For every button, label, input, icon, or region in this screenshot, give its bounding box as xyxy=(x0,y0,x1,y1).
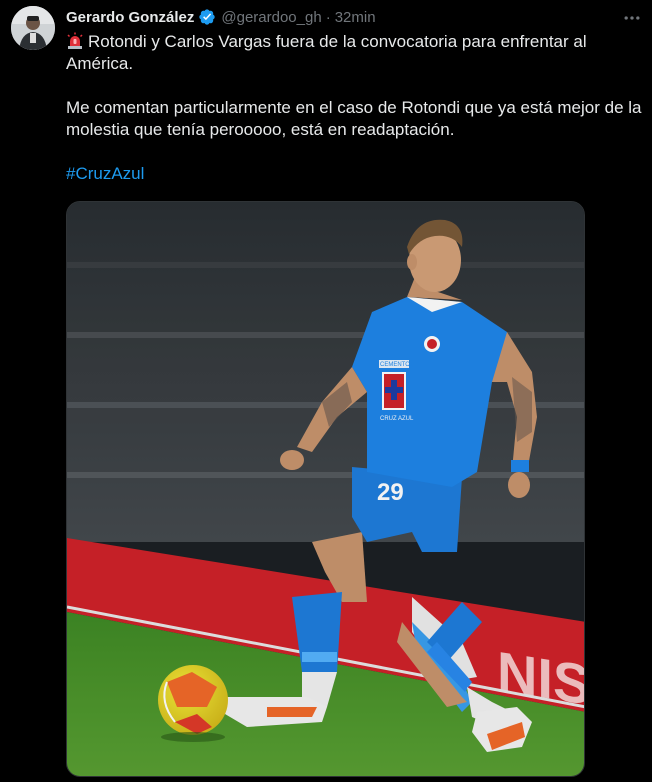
tweet-text: Rotondi y Carlos Vargas fuera de la conv… xyxy=(66,31,642,185)
avatar[interactable] xyxy=(11,6,55,50)
more-icon[interactable] xyxy=(620,6,644,30)
author-display-name[interactable]: Gerardo González xyxy=(66,9,194,26)
separator-dot: · xyxy=(325,8,331,26)
avatar-image xyxy=(11,6,55,50)
timestamp[interactable]: 32min xyxy=(335,9,376,26)
tweet-media-photo[interactable]: NIS 29 CEMENTO CRUZ AZUL xyxy=(66,201,585,777)
author-handle[interactable]: @gerardoo_gh xyxy=(221,9,321,26)
hashtag-link[interactable]: #CruzAzul xyxy=(66,164,144,183)
tweet-paragraph-1: Rotondi y Carlos Vargas fuera de la conv… xyxy=(66,31,642,75)
photo-player: NIS 29 CEMENTO CRUZ AZUL xyxy=(67,202,584,776)
tweet-paragraph-3: #CruzAzul xyxy=(66,163,642,185)
tweet-header: Gerardo González @gerardoo_gh · 32min xyxy=(66,6,376,28)
tweet-line-1: Rotondi y Carlos Vargas fuera de la conv… xyxy=(66,32,587,73)
verified-badge-icon xyxy=(198,8,216,26)
tweet: Gerardo González @gerardoo_gh · 32min Ro… xyxy=(0,0,652,782)
tweet-paragraph-2: Me comentan particularmente en el caso d… xyxy=(66,98,642,139)
siren-icon xyxy=(66,32,84,50)
